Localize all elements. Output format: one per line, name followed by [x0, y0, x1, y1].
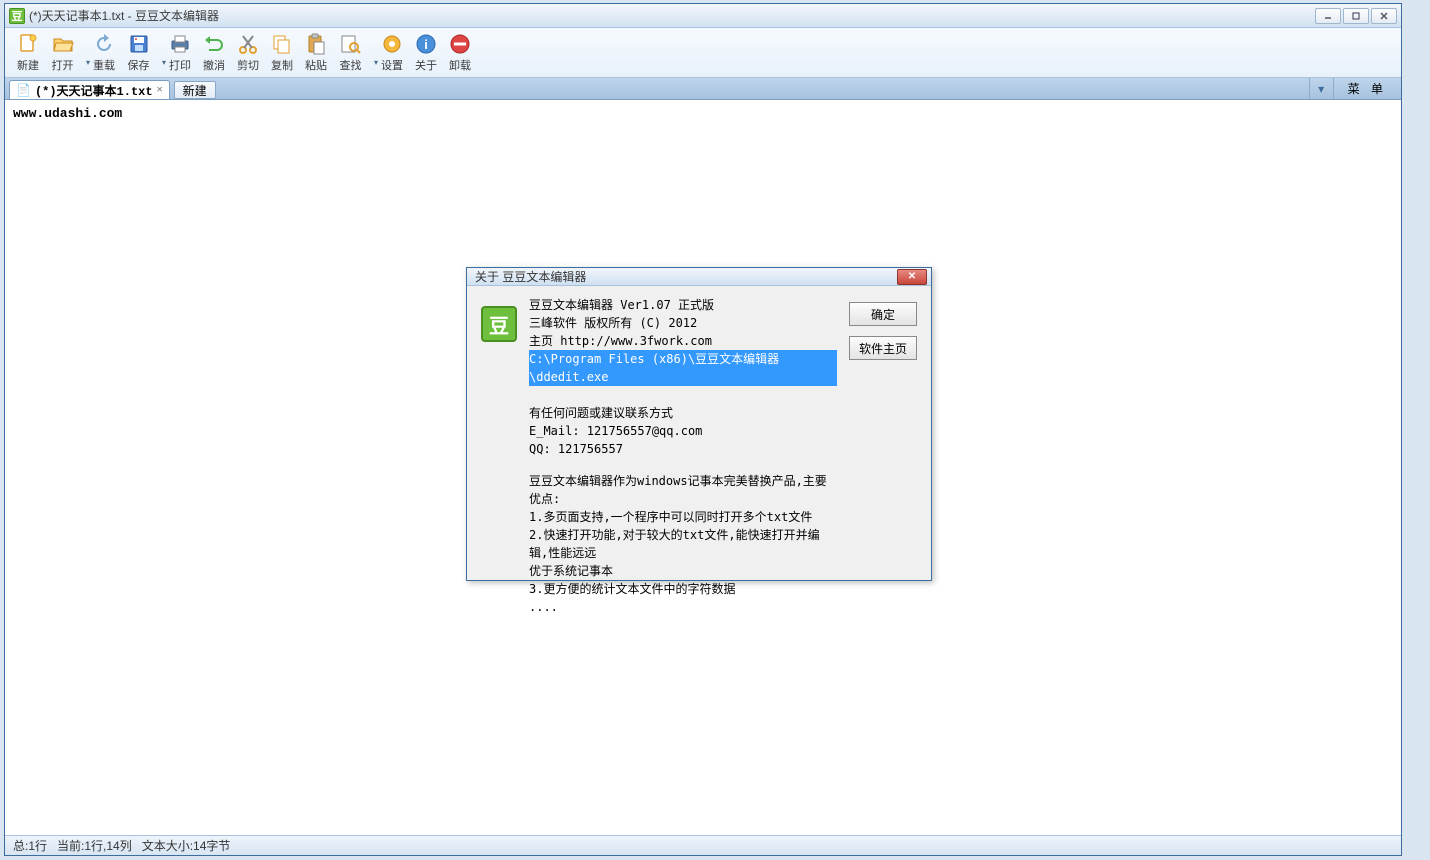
status-total-lines: 总:1行	[13, 837, 47, 854]
about-exe-path[interactable]: C:\Program Files (x86)\豆豆文本编辑器\ddedit.ex…	[529, 350, 837, 386]
close-button[interactable]	[1371, 8, 1397, 24]
ok-button[interactable]: 确定	[849, 302, 917, 326]
cut-icon	[236, 32, 260, 56]
app-icon: 豆	[481, 306, 517, 342]
open-button[interactable]: 打开 ▾	[45, 29, 87, 76]
save-button[interactable]: 保存 ▾	[121, 29, 163, 76]
statusbar: 总:1行 当前:1行,14列 文本大小:14字节	[5, 835, 1401, 855]
minimize-button[interactable]	[1315, 8, 1341, 24]
file-icon: 📄	[16, 83, 31, 98]
titlebar: 豆 (*)天天记事本1.txt - 豆豆文本编辑器	[5, 4, 1401, 28]
tabstrip: 📄 (*)天天记事本1.txt ✕ 新建 ▾ 菜 单	[5, 78, 1401, 100]
reload-button[interactable]: 重载	[87, 29, 121, 76]
print-button[interactable]: 打印	[163, 29, 197, 76]
uninstall-button[interactable]: 卸载	[443, 29, 477, 76]
about-homepage: 主页 http://www.3fwork.com	[529, 332, 837, 350]
tab-list-dropdown[interactable]: ▾	[1309, 78, 1333, 99]
print-icon	[168, 32, 192, 56]
about-contact-header: 有任何问题或建议联系方式	[529, 404, 837, 422]
dialog-close-button[interactable]: ✕	[897, 269, 927, 285]
settings-button[interactable]: 设置	[375, 29, 409, 76]
new-tab-button[interactable]: 新建	[174, 81, 216, 99]
dialog-title: 关于 豆豆文本编辑器	[471, 268, 897, 285]
copy-button[interactable]: 复制	[265, 29, 299, 76]
dialog-buttons: 确定 软件主页	[849, 296, 917, 616]
about-button[interactable]: i 关于	[409, 29, 443, 76]
about-desc-line: 2.快速打开功能,对于较大的txt文件,能快速打开并编辑,性能远远	[529, 526, 837, 562]
toolbar: 新建 打开 ▾ 重载 保存 ▾ 打印	[5, 28, 1401, 78]
status-current-pos: 当前:1行,14列	[57, 837, 132, 854]
status-filesize: 文本大小:14字节	[142, 837, 231, 854]
dialog-titlebar: 关于 豆豆文本编辑器 ✕	[467, 268, 931, 286]
new-button[interactable]: 新建	[11, 29, 45, 76]
reload-icon	[92, 32, 116, 56]
window-controls	[1315, 8, 1397, 24]
paste-icon	[304, 32, 328, 56]
undo-icon	[202, 32, 226, 56]
about-desc-line: 1.多页面支持,一个程序中可以同时打开多个txt文件	[529, 508, 837, 526]
about-desc-line: 3.更方便的统计文本文件中的字符数据	[529, 580, 837, 598]
cut-button[interactable]: 剪切	[231, 29, 265, 76]
search-icon	[339, 32, 363, 56]
file-new-icon	[16, 32, 40, 56]
editor-content: www.udashi.com	[13, 106, 122, 121]
maximize-button[interactable]	[1343, 8, 1369, 24]
about-copyright: 三峰软件 版权所有 (C) 2012	[529, 314, 837, 332]
copy-icon	[270, 32, 294, 56]
about-version: 豆豆文本编辑器 Ver1.07 正式版	[529, 296, 837, 314]
about-desc-line: 豆豆文本编辑器作为windows记事本完美替换产品,主要优点:	[529, 472, 837, 508]
save-icon	[127, 32, 151, 56]
svg-text:i: i	[424, 37, 428, 52]
about-desc-line: ....	[529, 598, 837, 616]
tab-label: (*)天天记事本1.txt	[35, 82, 153, 99]
about-email: E_Mail: 121756557@qq.com	[529, 422, 837, 440]
paste-button[interactable]: 粘贴	[299, 29, 333, 76]
chevron-down-icon: ▾	[1318, 82, 1324, 96]
gear-icon	[380, 32, 404, 56]
about-dialog: 关于 豆豆文本编辑器 ✕ 豆 豆豆文本编辑器 Ver1.07 正式版 三峰软件 …	[466, 267, 932, 581]
window-title: (*)天天记事本1.txt - 豆豆文本编辑器	[29, 7, 1311, 24]
homepage-button[interactable]: 软件主页	[849, 336, 917, 360]
dialog-body: 豆 豆豆文本编辑器 Ver1.07 正式版 三峰软件 版权所有 (C) 2012…	[467, 286, 931, 626]
uninstall-icon	[448, 32, 472, 56]
about-desc-line: 优于系统记事本	[529, 562, 837, 580]
dialog-info: 豆豆文本编辑器 Ver1.07 正式版 三峰软件 版权所有 (C) 2012 主…	[529, 296, 837, 616]
app-icon: 豆	[9, 8, 25, 24]
info-icon: i	[414, 32, 438, 56]
find-button[interactable]: 查找 ▾	[333, 29, 375, 76]
menu-button[interactable]: 菜 单	[1333, 78, 1401, 99]
folder-open-icon	[51, 32, 75, 56]
tab-close-button[interactable]: ✕	[157, 84, 163, 96]
undo-button[interactable]: 撤消	[197, 29, 231, 76]
tab-active[interactable]: 📄 (*)天天记事本1.txt ✕	[9, 80, 170, 99]
about-qq: QQ: 121756557	[529, 440, 837, 458]
